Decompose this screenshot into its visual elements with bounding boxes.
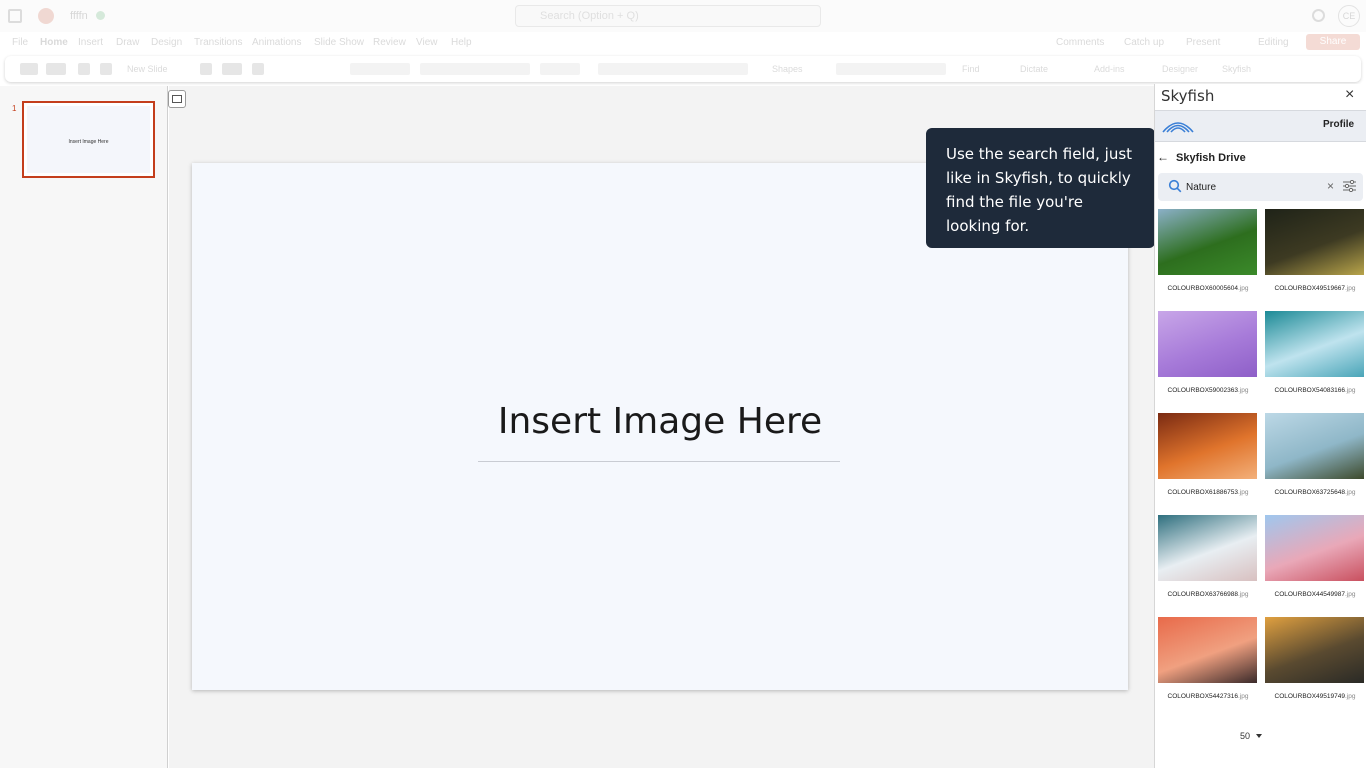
present-button[interactable]: Present	[1186, 37, 1220, 48]
skyfish-addin-button[interactable]: Skyfish	[1222, 64, 1251, 74]
powerpoint-logo-icon	[38, 8, 54, 24]
image-thumbnail[interactable]	[1265, 311, 1364, 377]
pane-title: Skyfish	[1161, 87, 1215, 105]
page-size-select[interactable]: 50	[1234, 726, 1268, 746]
image-filename: COLOURBOX44549987.jpg	[1274, 591, 1356, 598]
image-filename: COLOURBOX60005604.jpg	[1167, 285, 1249, 292]
tooltip-text: Use the search field, just like in Skyfi…	[946, 145, 1133, 235]
tab-view[interactable]: View	[416, 37, 438, 48]
filter-icon[interactable]	[1343, 180, 1356, 192]
document-title[interactable]: ffffn	[70, 10, 88, 22]
text-format-controls[interactable]	[420, 63, 530, 75]
image-thumbnail[interactable]	[1158, 311, 1257, 377]
tab-help[interactable]: Help	[451, 37, 472, 48]
app-launcher-icon[interactable]	[8, 9, 22, 23]
slide-number: 1	[12, 104, 17, 113]
image-thumbnail[interactable]	[1158, 515, 1257, 581]
shapes-button[interactable]: Shapes	[772, 64, 803, 74]
image-filename: COLOURBOX63766988.jpg	[1167, 591, 1249, 598]
search-icon	[1168, 179, 1182, 193]
tab-review[interactable]: Review	[373, 37, 406, 48]
image-filename: COLOURBOX54083166.jpg	[1274, 387, 1356, 394]
image-filename: COLOURBOX49519749.jpg	[1274, 693, 1356, 700]
add-ins-button[interactable]: Add-ins	[1094, 64, 1125, 74]
image-filename: COLOURBOX59002363.jpg	[1167, 387, 1249, 394]
editing-button[interactable]: Editing	[1258, 37, 1289, 48]
image-filename: COLOURBOX61886753.jpg	[1167, 489, 1249, 496]
paragraph-controls[interactable]	[598, 63, 748, 75]
tab-draw[interactable]: Draw	[116, 37, 139, 48]
layout-icon[interactable]	[200, 63, 212, 75]
comments-button[interactable]: Comments	[1056, 37, 1104, 48]
saved-status-icon	[96, 11, 105, 20]
arrange-controls[interactable]	[836, 63, 946, 75]
panel-icon	[172, 95, 182, 103]
image-thumbnail[interactable]	[1158, 413, 1257, 479]
tab-design[interactable]: Design	[151, 37, 182, 48]
tab-animations[interactable]: Animations	[252, 37, 301, 48]
find-button[interactable]: Find	[962, 64, 980, 74]
close-icon[interactable]: ×	[1345, 86, 1354, 104]
tab-file[interactable]: File	[12, 37, 28, 48]
image-filename: COLOURBOX63725648.jpg	[1274, 489, 1356, 496]
tab-insert[interactable]: Insert	[78, 37, 103, 48]
slide-panel-toggle-button[interactable]	[168, 90, 186, 108]
profile-link[interactable]: Profile	[1323, 119, 1354, 130]
image-filename: COLOURBOX49519667.jpg	[1274, 285, 1356, 292]
back-arrow-icon[interactable]: ←	[1157, 150, 1169, 164]
new-slide-button[interactable]: New Slide	[127, 64, 168, 74]
share-button[interactable]: Share	[1306, 34, 1360, 50]
cut-icon[interactable]	[78, 63, 90, 75]
slide-thumbnail-pane	[0, 86, 168, 768]
undo-icon[interactable]	[20, 63, 38, 75]
format-painter-icon[interactable]	[252, 63, 264, 75]
tab-transitions[interactable]: Transitions	[194, 37, 243, 48]
title-divider	[478, 461, 840, 462]
dictate-button[interactable]: Dictate	[1020, 64, 1048, 74]
image-thumbnail[interactable]	[1158, 209, 1257, 275]
settings-icon[interactable]	[1312, 9, 1325, 22]
search-input[interactable]	[1186, 178, 1316, 196]
theme-icon[interactable]	[222, 63, 242, 75]
image-thumbnail[interactable]	[1265, 515, 1364, 581]
image-thumbnail[interactable]	[1265, 617, 1364, 683]
slide-thumbnail-text: Insert Image Here	[68, 139, 109, 145]
slide-thumbnail[interactable]: Insert Image Here	[22, 101, 155, 178]
catch-up-button[interactable]: Catch up	[1124, 37, 1164, 48]
search-placeholder: Search (Option + Q)	[540, 10, 639, 22]
avatar[interactable]: CE	[1338, 5, 1360, 27]
breadcrumb: Skyfish Drive	[1176, 152, 1246, 164]
clear-search-icon[interactable]: ×	[1327, 180, 1334, 192]
font-color-icon[interactable]	[540, 63, 580, 75]
image-thumbnail[interactable]	[1158, 617, 1257, 683]
paste-icon[interactable]	[46, 63, 66, 75]
designer-button[interactable]: Designer	[1162, 64, 1198, 74]
image-thumbnail[interactable]	[1265, 413, 1364, 479]
font-controls[interactable]	[350, 63, 410, 75]
tour-tooltip: Use the search field, just like in Skyfi…	[926, 128, 1155, 248]
copy-icon[interactable]	[100, 63, 112, 75]
chevron-down-icon[interactable]	[1256, 734, 1262, 738]
skyfish-logo-icon	[1162, 122, 1194, 133]
slide-title[interactable]: Insert Image Here	[192, 401, 1128, 442]
tab-home[interactable]: Home	[40, 37, 68, 48]
image-filename: COLOURBOX54427316.jpg	[1167, 693, 1249, 700]
image-thumbnail[interactable]	[1265, 209, 1364, 275]
tab-slide-show[interactable]: Slide Show	[314, 37, 364, 48]
title-bar: ffffn Search (Option + Q) CE	[0, 0, 1366, 32]
